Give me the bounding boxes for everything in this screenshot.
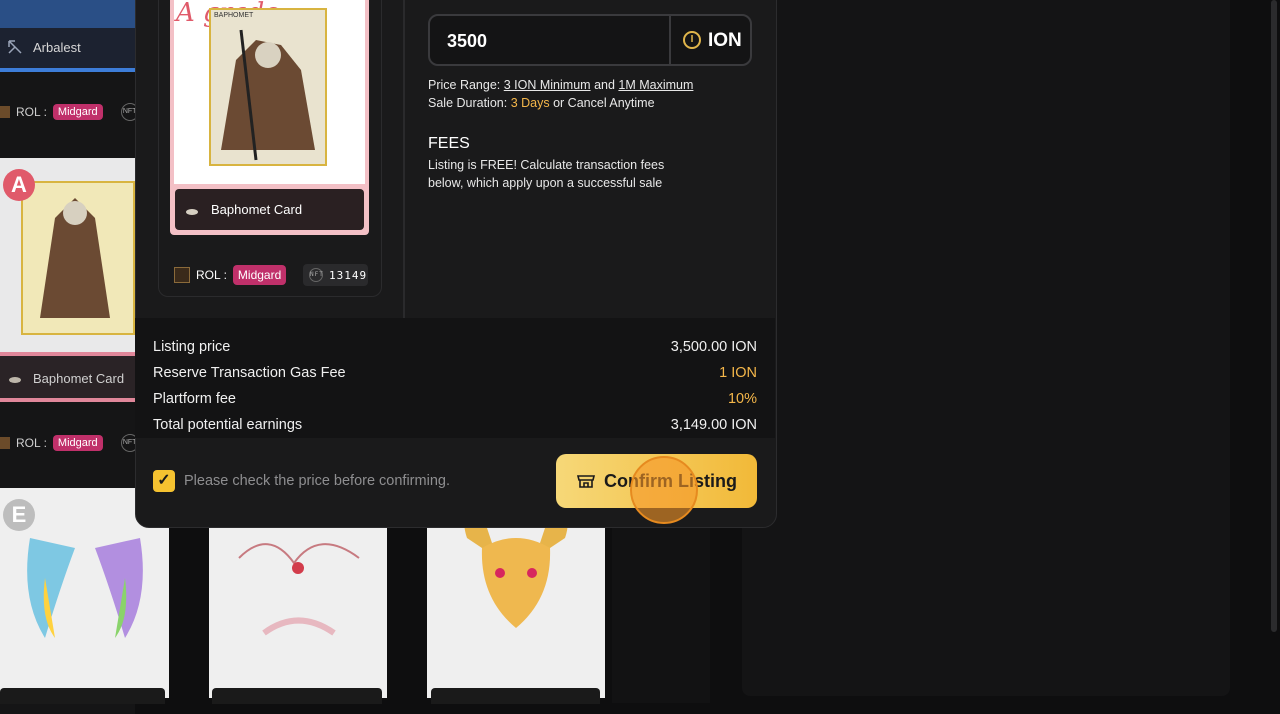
realm-badge: Midgard: [52, 104, 103, 120]
mask-card-bar: [431, 688, 600, 704]
price-range-line: Price Range: 3 ION Minimum and 1M Maximu…: [428, 78, 693, 92]
summary-label: Reserve Transaction Gas Fee: [153, 365, 346, 381]
rol-row-2: ROL : Midgard NFT: [0, 434, 139, 452]
bow-icon: [7, 39, 23, 55]
summary-label: Total potential earnings: [153, 417, 303, 433]
summary-value: 1 ION: [719, 365, 757, 381]
rol-icon: [174, 267, 190, 283]
summary-row-total-earnings: Total potential earnings 3,149.00 ION: [153, 417, 757, 433]
sale-duration-value: 3 Days: [510, 96, 550, 110]
summary-value: 3,149.00 ION: [670, 417, 757, 433]
token-id-badge: NFT 13149: [303, 264, 368, 286]
cursor-highlight: [630, 456, 698, 524]
card-name: Baphomet Card: [211, 202, 303, 217]
summary-row-platform-fee: Plartform fee 10%: [153, 391, 757, 407]
rol-row: ROL : Midgard NFT: [0, 103, 139, 121]
scrollbar[interactable]: [1271, 0, 1277, 632]
arbalest-card-border: [0, 68, 135, 72]
headband-card-bar: [212, 688, 382, 704]
confirm-checkbox-label: Please check the price before confirming…: [184, 473, 450, 489]
arbalest-label: Arbalest: [33, 40, 81, 55]
baphomet-card-art: [209, 8, 327, 166]
arbalest-card-image: [0, 0, 135, 28]
price-range-prefix: Price Range:: [428, 78, 501, 92]
currency-label: ION: [708, 30, 742, 51]
summary-label: Plartform fee: [153, 391, 236, 407]
nft-icon: NFT: [309, 268, 323, 282]
summary-value: 3,500.00 ION: [670, 339, 757, 355]
card-title-strip: BAPHOMET: [214, 12, 254, 19]
summary-row-gas-fee: Reserve Transaction Gas Fee 1 ION: [153, 365, 757, 381]
sale-duration-line: Sale Duration: 3 Days or Cancel Anytime: [428, 96, 655, 110]
card-icon: [8, 372, 22, 383]
background-gap: [612, 520, 710, 703]
summary-value: 10%: [727, 391, 757, 407]
token-id: 13149: [329, 268, 368, 282]
market-stall-icon: [576, 473, 596, 489]
confirm-checkbox[interactable]: ✓: [153, 470, 175, 492]
background-detail-panel: [742, 0, 1230, 696]
rol-icon: [0, 437, 10, 449]
grade-a-badge: A: [3, 169, 35, 201]
price-max-link[interactable]: 1M Maximum: [618, 78, 693, 92]
fees-title: FEES: [428, 135, 470, 152]
summary-label: Listing price: [153, 339, 231, 355]
wings-card-bar: [0, 688, 165, 704]
modal-divider: [403, 0, 405, 318]
sale-duration-suffix: or Cancel Anytime: [553, 96, 655, 110]
fees-description-2: below, which apply upon a successful sal…: [428, 176, 663, 190]
price-input-divider: [669, 16, 671, 64]
baphomet-bg-label: Baphomet Card: [33, 371, 125, 386]
grade-e-badge: E: [3, 499, 35, 531]
card-icon: [185, 204, 199, 215]
ion-coin-icon: I: [683, 31, 701, 49]
rol-label: ROL :: [16, 105, 47, 119]
price-range-and: and: [594, 78, 615, 92]
sale-duration-prefix: Sale Duration:: [428, 96, 508, 110]
card-rol-row: ROL : Midgard: [174, 265, 287, 285]
fees-description-1: Listing is FREE! Calculate transaction f…: [428, 158, 665, 172]
realm-badge: Midgard: [52, 435, 103, 451]
realm-badge: Midgard: [232, 265, 287, 285]
rol-icon: [0, 106, 10, 118]
summary-row-listing-price: Listing price 3,500.00 ION: [153, 339, 757, 355]
price-min-link[interactable]: 3 ION Minimum: [504, 78, 591, 92]
price-input-value[interactable]: 3500: [447, 31, 487, 52]
rol-label: ROL :: [196, 268, 227, 282]
rol-label: ROL :: [16, 436, 47, 450]
